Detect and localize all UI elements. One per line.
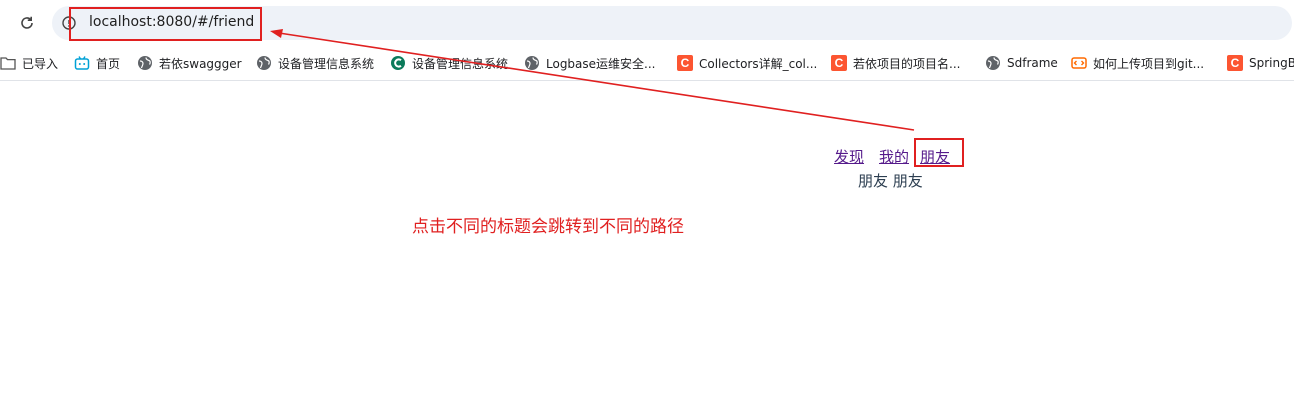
globe-icon — [985, 55, 1001, 71]
code-icon — [1071, 55, 1087, 71]
bookmark-label: SpringB — [1249, 56, 1294, 70]
globe-icon — [137, 55, 153, 71]
router-view-content: 朋友 朋友 — [858, 172, 923, 190]
bookmark-label: 如何上传项目到git... — [1093, 56, 1205, 71]
reload-icon[interactable] — [17, 13, 37, 33]
csdn-icon: C — [831, 55, 847, 71]
bookmark-home[interactable]: 首页 — [74, 53, 120, 73]
bookmark-label: 设备管理信息系统 — [412, 56, 509, 71]
bookmark-logbase[interactable]: Logbase运维安全... — [524, 53, 655, 73]
bookmark-label: 若依项目的项目名... — [853, 56, 961, 71]
folder-icon — [0, 55, 16, 71]
bookmark-label: 首页 — [96, 56, 121, 71]
bookmark-device-mgmt-2[interactable]: 设备管理信息系统 — [390, 53, 508, 73]
bookmark-springboot[interactable]: C SpringB — [1227, 53, 1294, 73]
globe-icon — [524, 55, 540, 71]
nav-link-mine[interactable]: 我的 — [879, 146, 909, 167]
bookmark-git-upload[interactable]: 如何上传项目到git... — [1071, 53, 1204, 73]
bookmark-imported[interactable]: 已导入 — [0, 53, 58, 73]
bookmark-label: 若依swaggger — [159, 56, 242, 71]
nav-link-discover[interactable]: 发现 — [834, 146, 864, 167]
csdn-icon: C — [1227, 55, 1243, 71]
bookmark-label: Collectors详解_col... — [699, 56, 818, 71]
bookmark-ruoyi-swagger[interactable]: 若依swaggger — [137, 53, 242, 73]
bookmark-collectors[interactable]: C Collectors详解_col... — [677, 53, 817, 73]
bookmark-label: Sdframe — [1007, 56, 1058, 70]
bilibili-icon — [74, 55, 90, 71]
url-text[interactable]: localhost:8080/#/friend — [89, 14, 254, 30]
annotation-text: 点击不同的标题会跳转到不同的路径 — [412, 217, 684, 237]
bookmark-sdframe[interactable]: Sdframe — [985, 53, 1058, 73]
bookmark-label: Logbase运维安全... — [546, 56, 656, 71]
csdn-icon: C — [677, 55, 693, 71]
globe-icon — [256, 55, 272, 71]
address-bar[interactable]: localhost:8080/#/friend — [52, 6, 1292, 40]
bookmark-label: 已导入 — [22, 56, 59, 71]
bookmark-ruoyi-project[interactable]: C 若依项目的项目名... — [831, 53, 960, 73]
bookmark-device-mgmt-1[interactable]: 设备管理信息系统 — [256, 53, 374, 73]
nav-link-friend[interactable]: 朋友 — [920, 146, 950, 167]
bookmarks-bar: 已导入 首页 若依swaggger 设备管理信息系统 设备管理信息系统 Logb… — [0, 46, 1294, 81]
browser-toolbar: localhost:8080/#/friend — [0, 0, 1294, 46]
site-info-icon[interactable] — [61, 15, 77, 31]
bookmark-label: 设备管理信息系统 — [278, 56, 375, 71]
green-c-icon — [390, 55, 406, 71]
